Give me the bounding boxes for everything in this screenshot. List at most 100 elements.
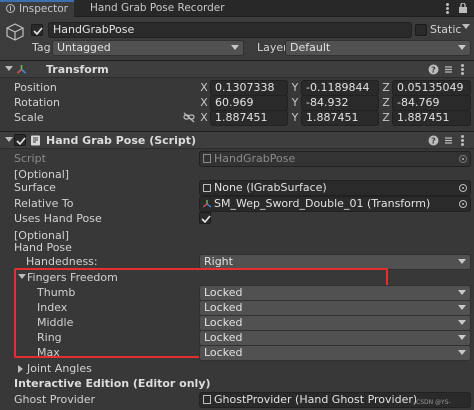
finger-thumb-dropdown[interactable]: Locked (199, 285, 471, 301)
chevron-down-icon (458, 45, 466, 50)
position-z-field[interactable]: 0.05135049 (392, 80, 471, 96)
finger-index-value: Locked (204, 301, 243, 314)
tab-recorder-label: Hand Grab Pose Recorder (90, 2, 225, 14)
surface-label: Surface (14, 181, 56, 194)
layer-dropdown[interactable]: Default (285, 40, 471, 56)
script-value: HandGrabPose (214, 152, 296, 165)
rotation-y-axis[interactable]: Y (290, 95, 300, 110)
script-file-icon (203, 395, 211, 404)
chevron-down-icon (231, 45, 239, 50)
position-y-axis[interactable]: Y (290, 80, 300, 95)
handedness-value: Right (204, 255, 233, 268)
hand-pose-label: Hand Pose (14, 241, 72, 254)
active-checkbox[interactable] (31, 24, 43, 36)
tab-inspector-label: Inspector (19, 3, 68, 15)
fingers-freedom-fold-icon[interactable] (18, 274, 26, 279)
hand-grab-pose-header[interactable]: Hand Grab Pose (Script) ? (0, 131, 474, 149)
fold-arrow-icon[interactable] (5, 137, 13, 142)
rotation-z-axis[interactable]: Z (381, 95, 391, 110)
finger-max-value: Locked (204, 346, 243, 359)
chevron-down-icon (458, 290, 466, 295)
scale-y-axis[interactable]: Y (290, 110, 300, 125)
static-checkbox[interactable] (415, 24, 427, 36)
relative-to-value: SM_Wep_Sword_Double_01 (Transform) (214, 197, 431, 210)
finger-middle-label: Middle (37, 316, 74, 329)
lock-icon[interactable] (457, 2, 469, 13)
uses-hand-pose-label: Uses Hand Pose (14, 212, 102, 225)
info-icon (6, 4, 15, 13)
position-label: Position (14, 81, 57, 94)
static-label: Static (430, 23, 462, 36)
object-picker-icon[interactable] (459, 200, 467, 208)
gameobject-cube-icon (5, 22, 25, 42)
surface-value: None (IGrabSurface) (214, 181, 327, 194)
surface-field[interactable]: None (IGrabSurface) (199, 180, 471, 196)
finger-ring-label: Ring (37, 331, 62, 344)
position-x-field[interactable]: 0.1307338 (210, 80, 288, 96)
component-enabled-checkbox[interactable] (14, 134, 26, 146)
constrain-proportions-link-icon[interactable] (183, 112, 195, 123)
scale-label: Scale (14, 111, 44, 124)
layer-label: Layer (257, 41, 288, 54)
transform-axes-icon (16, 64, 27, 75)
finger-max-dropdown[interactable]: Locked (199, 345, 471, 361)
chevron-down-icon (458, 259, 466, 264)
script-field: HandGrabPose (199, 151, 471, 167)
cube-small-icon (203, 184, 211, 192)
relative-to-field[interactable]: SM_Wep_Sword_Double_01 (Transform) (199, 196, 471, 212)
transform-header[interactable]: Transform ? (0, 60, 474, 78)
uses-hand-pose-checkbox[interactable] (199, 212, 211, 224)
static-dropdown-icon[interactable] (462, 24, 470, 29)
hand-grab-pose-title: Hand Grab Pose (Script) (46, 134, 197, 147)
finger-ring-value: Locked (204, 331, 243, 344)
transform-title: Transform (46, 63, 109, 76)
script-file-icon (203, 154, 211, 163)
scale-z-axis[interactable]: Z (381, 110, 391, 125)
relative-to-label: Relative To (14, 197, 74, 210)
handedness-label: Handedness: (26, 255, 98, 268)
joint-angles-label[interactable]: Joint Angles (27, 361, 92, 376)
object-picker-icon[interactable] (459, 184, 467, 192)
position-x-axis[interactable]: X (199, 80, 209, 95)
presets-icon[interactable] (443, 135, 454, 146)
tab-hand-grab-pose-recorder[interactable]: Hand Grab Pose Recorder (84, 0, 231, 17)
finger-max-label: Max (37, 346, 60, 359)
rotation-z-field[interactable]: -84.769 (392, 95, 471, 111)
position-y-field[interactable]: -0.1189844 (301, 80, 379, 96)
chevron-down-icon (458, 305, 466, 310)
interactive-edition-header: Interactive Edition (Editor only) (14, 377, 211, 390)
scale-y-field[interactable]: 1.887451 (301, 110, 379, 126)
tag-value: Untagged (57, 41, 111, 54)
scale-z-field[interactable]: 1.887451 (392, 110, 471, 126)
ghost-provider-label: Ghost Provider (14, 393, 96, 406)
svg-text:?: ? (431, 137, 436, 146)
tag-dropdown[interactable]: Untagged (52, 40, 244, 56)
finger-middle-dropdown[interactable]: Locked (199, 315, 471, 331)
finger-index-dropdown[interactable]: Locked (199, 300, 471, 316)
fingers-freedom-label[interactable]: Fingers Freedom (27, 270, 118, 285)
help-icon[interactable]: ? (428, 64, 439, 75)
chevron-down-icon (458, 335, 466, 340)
rotation-y-field[interactable]: -84.932 (301, 95, 379, 111)
joint-angles-fold-icon[interactable] (18, 365, 23, 373)
presets-icon[interactable] (443, 64, 454, 75)
rotation-x-axis[interactable]: X (199, 95, 209, 110)
position-z-axis[interactable]: Z (381, 80, 391, 95)
watermark: CSDN @YS- (416, 399, 451, 406)
script-label: Script (14, 152, 46, 165)
fold-arrow-icon[interactable] (5, 66, 13, 71)
object-name-input[interactable]: HandGrabPose (48, 22, 412, 38)
finger-index-label: Index (37, 301, 68, 314)
rotation-label: Rotation (14, 96, 61, 109)
svg-text:?: ? (431, 66, 436, 75)
scale-x-field[interactable]: 1.887451 (210, 110, 288, 126)
kebab-menu-icon[interactable] (461, 64, 464, 75)
chevron-down-icon (458, 350, 466, 355)
finger-middle-value: Locked (204, 316, 243, 329)
finger-ring-dropdown[interactable]: Locked (199, 330, 471, 346)
rotation-x-field[interactable]: 60.969 (210, 95, 288, 111)
help-icon[interactable]: ? (428, 135, 439, 146)
kebab-menu-icon[interactable] (461, 135, 464, 146)
tab-inspector[interactable]: Inspector (0, 0, 74, 17)
scale-x-axis[interactable]: X (199, 110, 209, 125)
